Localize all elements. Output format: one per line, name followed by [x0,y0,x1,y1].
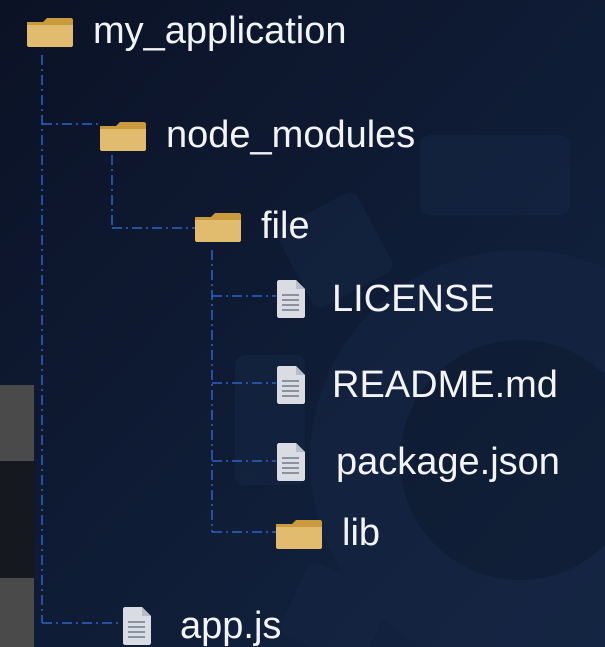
tree-node-label: node_modules [166,114,416,156]
document-icon [274,364,308,406]
tree-node-license[interactable]: LICENSE [274,278,495,320]
tree-node-label: file [261,205,310,247]
folder-icon [274,516,324,551]
tree-node-app-js[interactable]: app.js [120,605,281,647]
document-icon [274,441,308,483]
tree-node-readme[interactable]: README.md [274,364,558,406]
folder-icon [193,209,243,244]
tree-node-lib[interactable]: lib [274,514,380,552]
document-icon [274,278,308,320]
diagram-canvas: my_application node_modules file LICENSE… [0,0,605,647]
tree-node-file[interactable]: file [193,207,310,245]
tree-node-root[interactable]: my_application [25,12,346,50]
tree-node-label: lib [342,512,381,554]
tree-node-label: my_application [93,10,347,52]
tree-node-package-json[interactable]: package.json [274,441,560,483]
tree-node-label: README.md [332,364,558,406]
folder-icon [25,14,75,49]
tree-node-label: package.json [336,441,560,483]
tree-node-node-modules[interactable]: node_modules [98,116,415,154]
tree-node-label: LICENSE [332,278,495,320]
folder-icon [98,118,148,153]
tree-node-label: app.js [180,605,282,647]
document-icon [120,605,154,647]
